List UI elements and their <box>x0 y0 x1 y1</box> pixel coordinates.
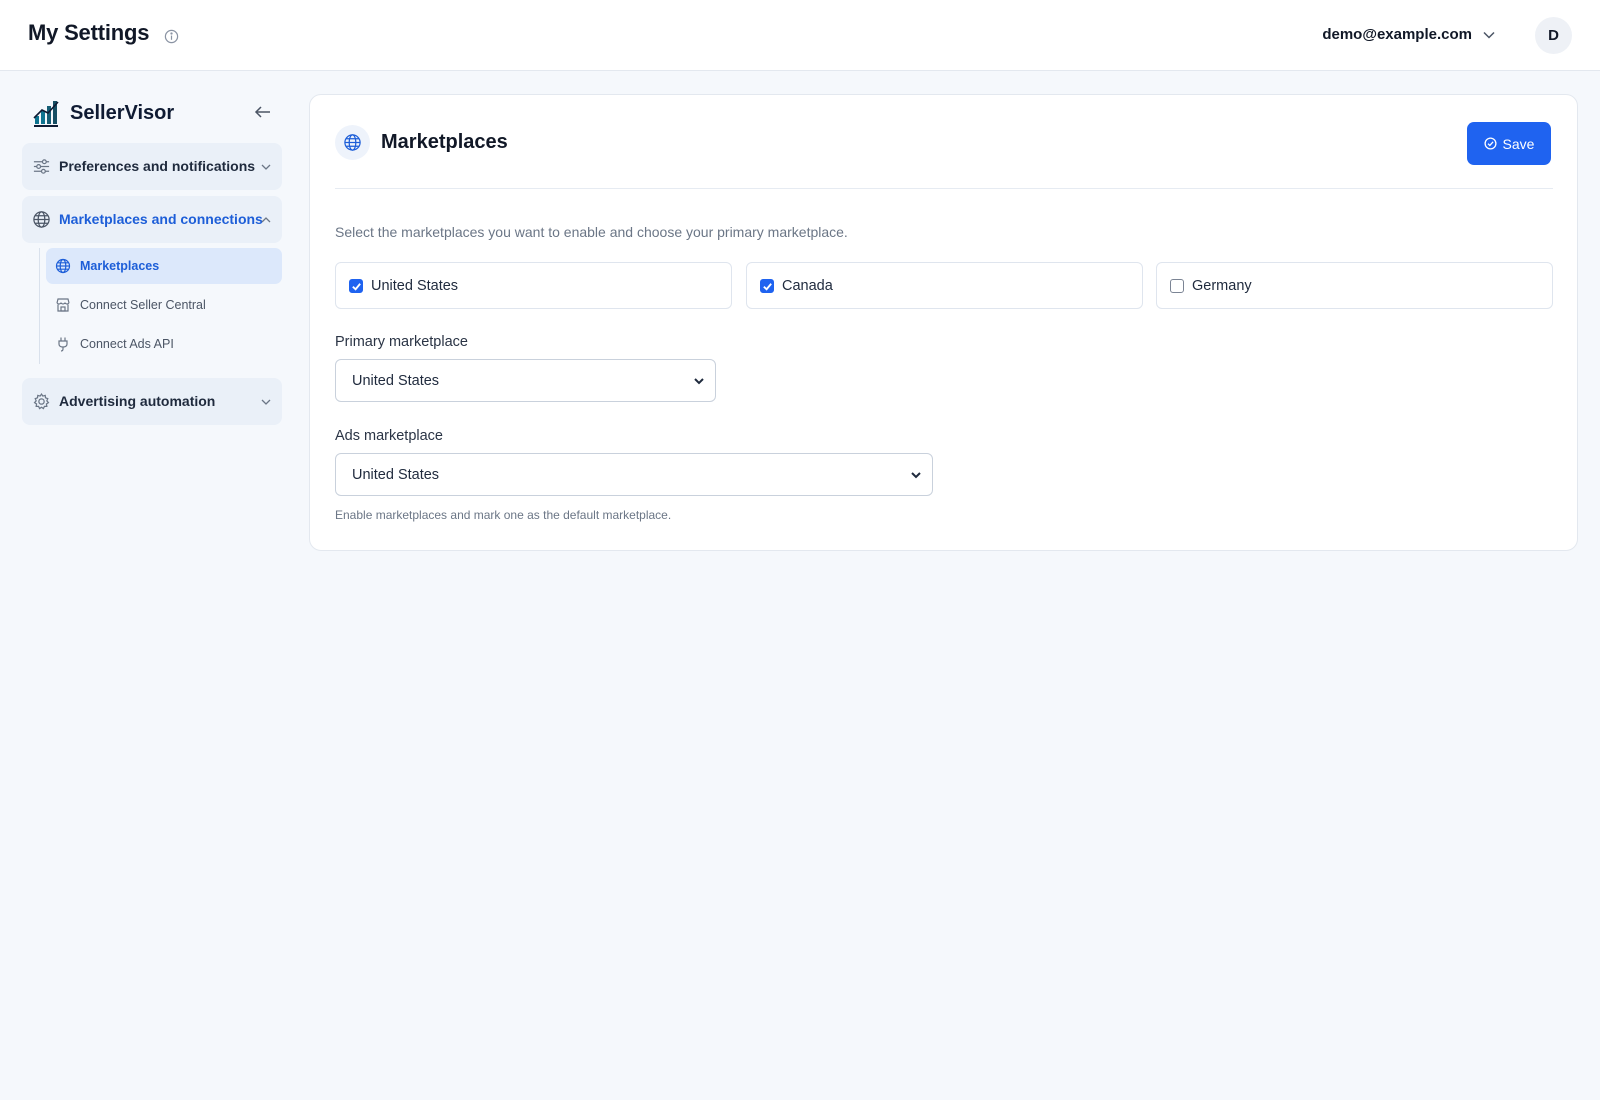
brand-name: SellerVisor <box>70 102 175 124</box>
info-icon[interactable] <box>164 29 179 44</box>
sidebar-item-label: Connect Seller Central <box>80 298 206 312</box>
globe-icon <box>344 134 361 151</box>
chevron-down-icon <box>694 378 704 385</box>
store-icon <box>56 298 70 312</box>
save-button-label: Save <box>1502 135 1535 152</box>
check-circle-icon <box>1483 137 1497 150</box>
nav-group-advertising[interactable]: Advertising automation <box>22 378 282 425</box>
marketplace-option-united-states[interactable]: United States <box>335 262 732 309</box>
marketplace-option-germany[interactable]: Germany <box>1156 262 1553 309</box>
globe-icon <box>33 211 50 228</box>
page-title: My Settings <box>28 20 150 45</box>
brand[interactable]: SellerVisor <box>32 98 174 128</box>
top-header: My Settings demo@example.com D <box>0 0 1600 71</box>
marketplace-label: Canada <box>782 278 833 294</box>
sidebar-item-connect-ads-api[interactable]: Connect Ads API <box>46 326 282 362</box>
avatar[interactable]: D <box>1535 17 1572 54</box>
help-text: Enable marketplaces and mark one as the … <box>335 508 672 522</box>
brand-logo-icon <box>33 101 59 127</box>
divider <box>335 188 1553 189</box>
card-header-icon <box>335 125 370 160</box>
sliders-icon <box>33 159 50 174</box>
checkbox[interactable] <box>760 279 774 293</box>
card-title: Marketplaces <box>381 131 508 153</box>
marketplace-label: United States <box>371 278 459 294</box>
marketplace-option-canada[interactable]: Canada <box>746 262 1143 309</box>
user-email[interactable]: demo@example.com <box>1322 26 1472 43</box>
nav-group-preferences[interactable]: Preferences and notifications <box>22 143 282 190</box>
save-button[interactable]: Save <box>1467 122 1551 165</box>
check-icon <box>352 283 361 291</box>
ads-marketplace-label: Ads marketplace <box>335 428 443 444</box>
chevron-down-icon <box>261 164 271 170</box>
nav-group-label: Advertising automation <box>59 393 216 409</box>
sidebar-item-connect-seller-central[interactable]: Connect Seller Central <box>46 287 282 323</box>
sidebar-item-marketplaces[interactable]: Marketplaces <box>46 248 282 284</box>
ads-marketplace-select[interactable]: United States <box>335 453 933 496</box>
sidebar-item-label: Connect Ads API <box>80 337 174 351</box>
sidebar-item-label: Marketplaces <box>80 259 160 273</box>
globe-icon <box>55 258 71 274</box>
check-icon <box>763 283 772 291</box>
nav-group-marketplaces[interactable]: Marketplaces and connections <box>22 196 282 243</box>
marketplace-label: Germany <box>1192 278 1252 294</box>
select-value: United States <box>352 467 440 483</box>
checkbox[interactable] <box>1170 279 1184 293</box>
chevron-down-icon <box>911 472 921 479</box>
gear-icon <box>33 392 50 410</box>
chevron-down-icon <box>261 399 271 405</box>
collapse-sidebar-icon[interactable] <box>254 104 272 120</box>
nav-group-label: Marketplaces and connections <box>59 211 263 227</box>
chevron-up-icon <box>261 217 271 223</box>
nav-group-label: Preferences and notifications <box>59 158 256 174</box>
card-description: Select the marketplaces you want to enab… <box>335 224 848 240</box>
primary-marketplace-select[interactable]: United States <box>335 359 716 402</box>
chevron-down-icon[interactable] <box>1482 28 1496 42</box>
plug-icon <box>58 337 68 352</box>
checkbox[interactable] <box>349 279 363 293</box>
submenu-guide <box>39 248 40 364</box>
marketplaces-card: Marketplaces Save Select the marketplace… <box>309 94 1578 551</box>
select-value: United States <box>352 373 440 389</box>
primary-marketplace-label: Primary marketplace <box>335 334 468 350</box>
